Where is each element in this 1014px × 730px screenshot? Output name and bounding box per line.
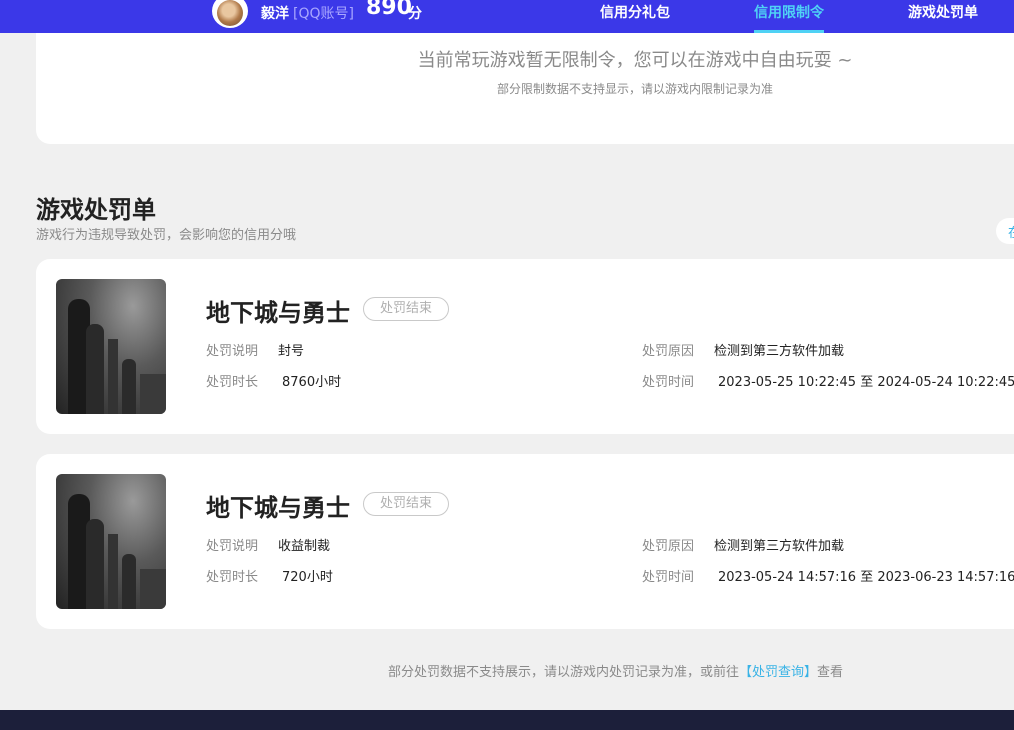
- penalty-duration-label: 处罚时长: [206, 375, 259, 390]
- status-badge: 处罚结束: [363, 492, 449, 516]
- footer-note-suffix: 查看: [817, 665, 844, 680]
- side-pill-button[interactable]: 在: [996, 218, 1014, 244]
- penalty-query-link[interactable]: 【处罚查询】: [739, 665, 817, 680]
- penalty-card: 地下城与勇士 处罚结束 处罚说明 封号 处罚时长 8760小时 处罚原因 检测到…: [36, 259, 1014, 434]
- footer-note: 部分处罚数据不支持展示，请以游戏内处罚记录为准，或前往【处罚查询】查看: [388, 661, 843, 680]
- status-badge: 处罚结束: [363, 297, 449, 321]
- penalty-time-label: 处罚时间: [642, 570, 695, 585]
- penalty-duration-value: 8760小时: [282, 375, 342, 390]
- penalty-desc-label: 处罚说明: [206, 344, 259, 359]
- penalty-time-label: 处罚时间: [642, 375, 695, 390]
- restriction-note: 部分限制数据不支持显示，请以游戏内限制记录为准: [496, 82, 773, 96]
- penalty-duration-label: 处罚时长: [206, 570, 259, 585]
- account-type-tag: [QQ账号]: [293, 6, 354, 22]
- penalty-duration-value: 720小时: [282, 570, 333, 585]
- top-nav-bar: 毅洋 [QQ账号] 890 分 信用分礼包 信用限制令 游戏处罚单: [0, 0, 1014, 33]
- tab-game-penalty[interactable]: 游戏处罚单: [908, 2, 978, 22]
- penalty-reason-value: 检测到第三方软件加载: [714, 539, 845, 554]
- penalty-desc-label: 处罚说明: [206, 539, 259, 554]
- penalty-reason-label: 处罚原因: [642, 539, 695, 554]
- game-cover-image: [56, 474, 166, 609]
- footer-note-text: 部分处罚数据不支持展示，请以游戏内处罚记录为准，或前往: [388, 665, 740, 680]
- side-pill-label: 在: [1008, 222, 1014, 241]
- game-title: 地下城与勇士: [206, 494, 350, 522]
- game-cover-image: [56, 279, 166, 414]
- user-name: 毅洋: [261, 6, 289, 22]
- game-title: 地下城与勇士: [206, 299, 350, 327]
- penalty-reason-label: 处罚原因: [642, 344, 695, 359]
- penalty-reason-value: 检测到第三方软件加载: [714, 344, 845, 359]
- avatar[interactable]: [212, 0, 248, 28]
- tab-credit-gift[interactable]: 信用分礼包: [600, 2, 670, 22]
- penalty-card: 地下城与勇士 处罚结束 处罚说明 收益制裁 处罚时长 720小时 处罚原因 检测…: [36, 454, 1014, 629]
- penalty-time-value: 2023-05-25 10:22:45 至 2024-05-24 10:22:4…: [718, 375, 1014, 390]
- section-title: 游戏处罚单: [36, 196, 156, 224]
- section-subtitle: 游戏行为违规导致处罚，会影响您的信用分哦: [36, 228, 297, 243]
- tab-credit-restriction[interactable]: 信用限制令: [754, 2, 824, 22]
- restriction-message: 当前常玩游戏暂无限制令，您可以在游戏中自由玩耍 ~: [417, 50, 853, 71]
- penalty-time-value: 2023-05-24 14:57:16 至 2023-06-23 14:57:1…: [718, 570, 1014, 585]
- restriction-card: 当前常玩游戏暂无限制令，您可以在游戏中自由玩耍 ~ 部分限制数据不支持显示，请以…: [36, 33, 1014, 144]
- credit-score: 890: [366, 0, 412, 20]
- credit-score-unit: 分: [408, 6, 422, 22]
- penalty-desc-value: 封号: [278, 344, 305, 359]
- penalty-desc-value: 收益制裁: [278, 539, 331, 554]
- bottom-band: [0, 710, 1014, 730]
